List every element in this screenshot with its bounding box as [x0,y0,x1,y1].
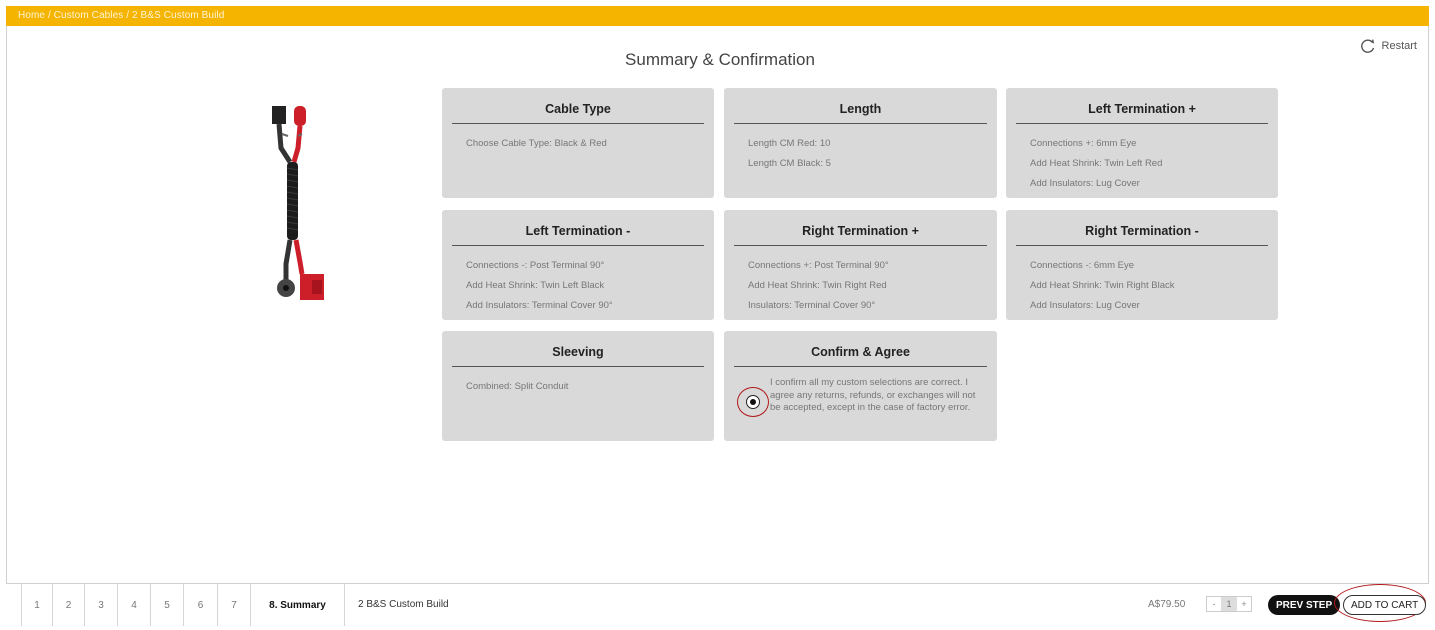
card-line: Connections -: Post Terminal 90° [466,260,605,271]
restart-label: Restart [1381,40,1417,52]
restart-button[interactable]: Restart [1360,38,1417,54]
step-1[interactable]: 1 [21,584,53,626]
step-3[interactable]: 3 [85,584,118,626]
card-line: Choose Cable Type: Black & Red [466,138,607,149]
card-title: Sleeving [452,345,704,367]
card-line: Connections +: Post Terminal 90° [748,260,889,271]
quantity-decrease-button[interactable]: - [1207,597,1221,611]
restart-icon [1360,39,1374,53]
card-line: Add Insulators: Terminal Cover 90° [466,300,613,311]
page-title: Summary & Confirmation [625,50,815,69]
card-line: Add Heat Shrink: Twin Left Red [1030,158,1163,169]
step-5[interactable]: 5 [151,584,184,626]
price: A$79.50 [1148,599,1186,610]
card-cable-type: Cable Type Choose Cable Type: Black & Re… [442,88,714,198]
card-line: Connections +: 6mm Eye [1030,138,1137,149]
step-4[interactable]: 4 [118,584,151,626]
quantity-value[interactable]: 1 [1221,597,1237,611]
card-title: Right Termination - [1016,224,1268,246]
card-left-termination-negative: Left Termination - Connections -: Post T… [442,210,714,320]
breadcrumb[interactable]: Home / Custom Cables / 2 B&S Custom Buil… [18,10,224,21]
card-title: Right Termination + [734,224,987,246]
card-right-termination-positive: Right Termination + Connections +: Post … [724,210,997,320]
card-sleeving: Sleeving Combined: Split Conduit [442,331,714,441]
product-name: 2 B&S Custom Build [358,599,449,610]
card-line: Insulators: Terminal Cover 90° [748,300,876,311]
step-navigation-bar: 1 2 3 4 5 6 7 8. Summary 2 B&S Custom Bu… [6,583,1429,626]
add-to-cart-button[interactable]: ADD TO CART [1343,595,1427,615]
card-title: Length [734,102,987,124]
card-line: Length CM Black: 5 [748,158,831,169]
card-line: Add Insulators: Lug Cover [1030,300,1140,311]
step-2[interactable]: 2 [53,584,85,626]
card-right-termination-negative: Right Termination - Connections -: 6mm E… [1006,210,1278,320]
card-line: Add Heat Shrink: Twin Right Black [1030,280,1175,291]
quantity-stepper: - 1 + [1206,596,1252,612]
card-line: Connections -: 6mm Eye [1030,260,1135,271]
card-title: Left Termination + [1016,102,1268,124]
step-7[interactable]: 7 [218,584,251,626]
card-confirm-agree: Confirm & Agree I confirm all my custom … [724,331,997,441]
card-line: Add Insulators: Lug Cover [1030,178,1140,189]
card-title: Left Termination - [452,224,704,246]
card-line: Add Heat Shrink: Twin Left Black [466,280,605,291]
card-line: Length CM Red: 10 [748,138,831,149]
card-left-termination-positive: Left Termination + Connections +: 6mm Ey… [1006,88,1278,198]
prev-step-button[interactable]: PREV STEP [1268,595,1341,615]
quantity-increase-button[interactable]: + [1237,597,1251,611]
step-6[interactable]: 6 [184,584,218,626]
card-length: Length Length CM Red: 10 Length CM Black… [724,88,997,198]
card-line: Add Heat Shrink: Twin Right Red [748,280,887,291]
cable-product-image [272,106,324,300]
step-summary[interactable]: 8. Summary [251,584,345,626]
card-title: Confirm & Agree [734,345,987,367]
agree-radio[interactable] [746,395,760,409]
agree-text: I confirm all my custom selections are c… [770,377,976,413]
card-title: Cable Type [452,102,704,124]
card-line: Combined: Split Conduit [466,381,569,392]
